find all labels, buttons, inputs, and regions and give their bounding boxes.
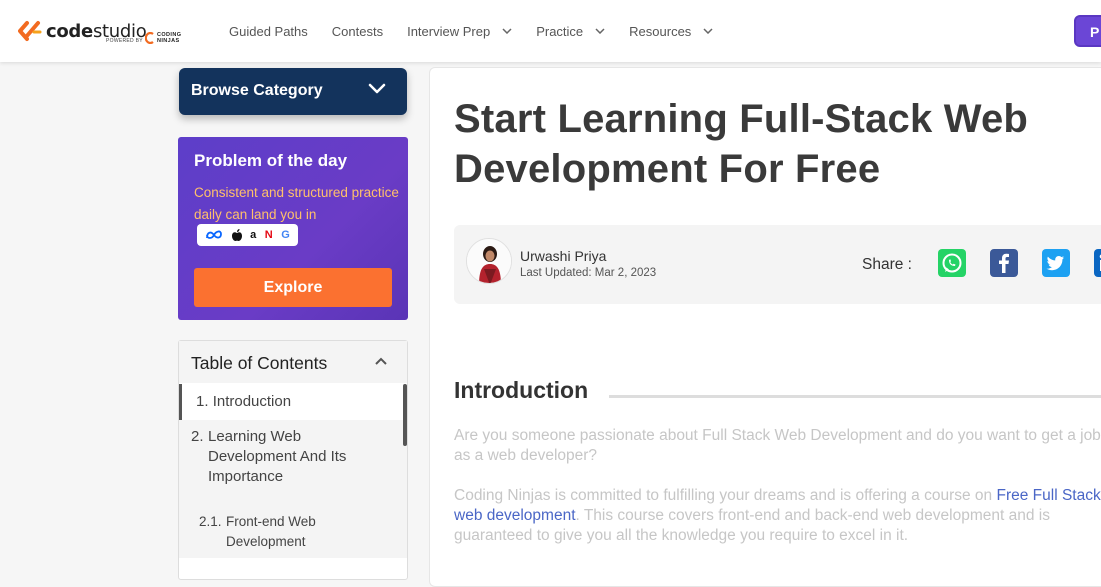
toc-item-label: Introduction: [212, 393, 292, 410]
coding-ninjas-logo: CODING NINJAS: [145, 32, 181, 44]
nav-label: Interview Prep: [407, 23, 491, 39]
nav-interview-prep[interactable]: Interview Prep: [407, 24, 512, 39]
browse-category-label: Browse Category: [191, 82, 323, 99]
codestudio-logo-icon: [18, 20, 42, 42]
nav-label: Guided Paths: [229, 23, 308, 39]
toc-item-num: 2.1.: [199, 514, 222, 529]
facebook-icon: [999, 253, 1009, 273]
main-nav: Guided Paths Contests Interview Prep Pra…: [229, 0, 737, 62]
nav-guided-paths[interactable]: Guided Paths: [229, 24, 308, 39]
toc-title: Table of Contents: [191, 353, 328, 373]
chevron-up-icon: [375, 357, 387, 365]
nav-practice[interactable]: Practice: [536, 24, 605, 39]
linkedin-icon: [1099, 254, 1101, 271]
chevron-down-icon: [703, 28, 713, 34]
chevron-down-icon: [502, 28, 512, 34]
nav-label: Resources: [629, 23, 692, 39]
problem-of-the-day-card: Problem of the day Consistent and struct…: [178, 137, 408, 320]
top-navbar: codestudio POWERED BY CODING NINJAS Guid…: [0, 0, 1101, 62]
chevron-down-icon: [595, 28, 605, 34]
author-avatar[interactable]: [466, 238, 512, 284]
paragraph-text: Coding Ninjas is committed to fulfilling…: [454, 487, 997, 504]
toc-item-label: Front-end Web Development: [226, 514, 316, 549]
section-divider: [609, 395, 1101, 398]
brand-name-bold: code: [46, 20, 93, 42]
netflix-icon: N: [264, 229, 273, 241]
share-facebook-button[interactable]: [990, 249, 1018, 277]
last-updated: Last Updated: Mar 2, 2023: [520, 267, 657, 279]
company-logos: a N G: [197, 224, 298, 246]
apple-icon: [231, 229, 242, 241]
meta-icon: [206, 230, 223, 239]
powered-by-text: POWERED BY: [106, 38, 143, 44]
whatsapp-icon: [938, 249, 966, 277]
toc-item-num: 1.: [196, 393, 209, 410]
explore-button[interactable]: Explore: [194, 268, 392, 307]
toc-scrollbar[interactable]: [403, 384, 407, 446]
google-icon: G: [281, 229, 290, 241]
share-linkedin-button[interactable]: [1094, 249, 1101, 277]
browse-category-dropdown[interactable]: Browse Category: [179, 68, 407, 115]
nav-resources[interactable]: Resources: [629, 24, 713, 39]
chevron-down-icon: [368, 83, 386, 94]
premium-cta-button[interactable]: P: [1074, 15, 1101, 47]
intro-paragraph-2: Coding Ninjas is committed to fulfilling…: [454, 486, 1101, 546]
article-card: Start Learning Full-Stack Web Developmen…: [429, 67, 1101, 587]
partner-line2: NINJAS: [157, 38, 180, 44]
nav-contests[interactable]: Contests: [332, 24, 383, 39]
author-name[interactable]: Urwashi Priya: [520, 248, 606, 264]
share-label: Share :: [862, 256, 912, 273]
amazon-icon: a: [250, 229, 257, 241]
section-heading-introduction: Introduction: [454, 377, 589, 403]
toc-item-learning-web-development[interactable]: 2. Learning Web Development And Its Impo…: [179, 420, 407, 506]
share-twitter-button[interactable]: [1042, 249, 1070, 277]
table-of-contents: Table of Contents 1. Introduction 2. Lea…: [178, 340, 408, 580]
twitter-icon: [1046, 256, 1064, 271]
potd-description: Consistent and structured practice daily…: [194, 185, 399, 222]
nav-label: Contests: [331, 23, 384, 39]
toc-item-num: 2.: [191, 428, 204, 445]
author-box: Urwashi Priya Last Updated: Mar 2, 2023 …: [454, 225, 1101, 304]
toc-item-label: Learning Web Development And Its Importa…: [208, 428, 347, 485]
share-whatsapp-button[interactable]: [938, 249, 966, 277]
toc-list: 1. Introduction 2. Learning Web Developm…: [179, 384, 407, 558]
toc-header[interactable]: Table of Contents: [179, 341, 407, 383]
toc-item-front-end[interactable]: 2.1. Front-end Web Development: [179, 506, 407, 558]
coding-ninjas-icon: [145, 32, 154, 44]
intro-paragraph-1: Are you someone passionate about Full St…: [454, 427, 1101, 464]
nav-label: Practice: [536, 23, 584, 39]
article-title: Start Learning Full-Stack Web Developmen…: [454, 97, 1029, 191]
toc-item-introduction[interactable]: 1. Introduction: [179, 384, 407, 420]
potd-title: Problem of the day: [194, 151, 348, 170]
